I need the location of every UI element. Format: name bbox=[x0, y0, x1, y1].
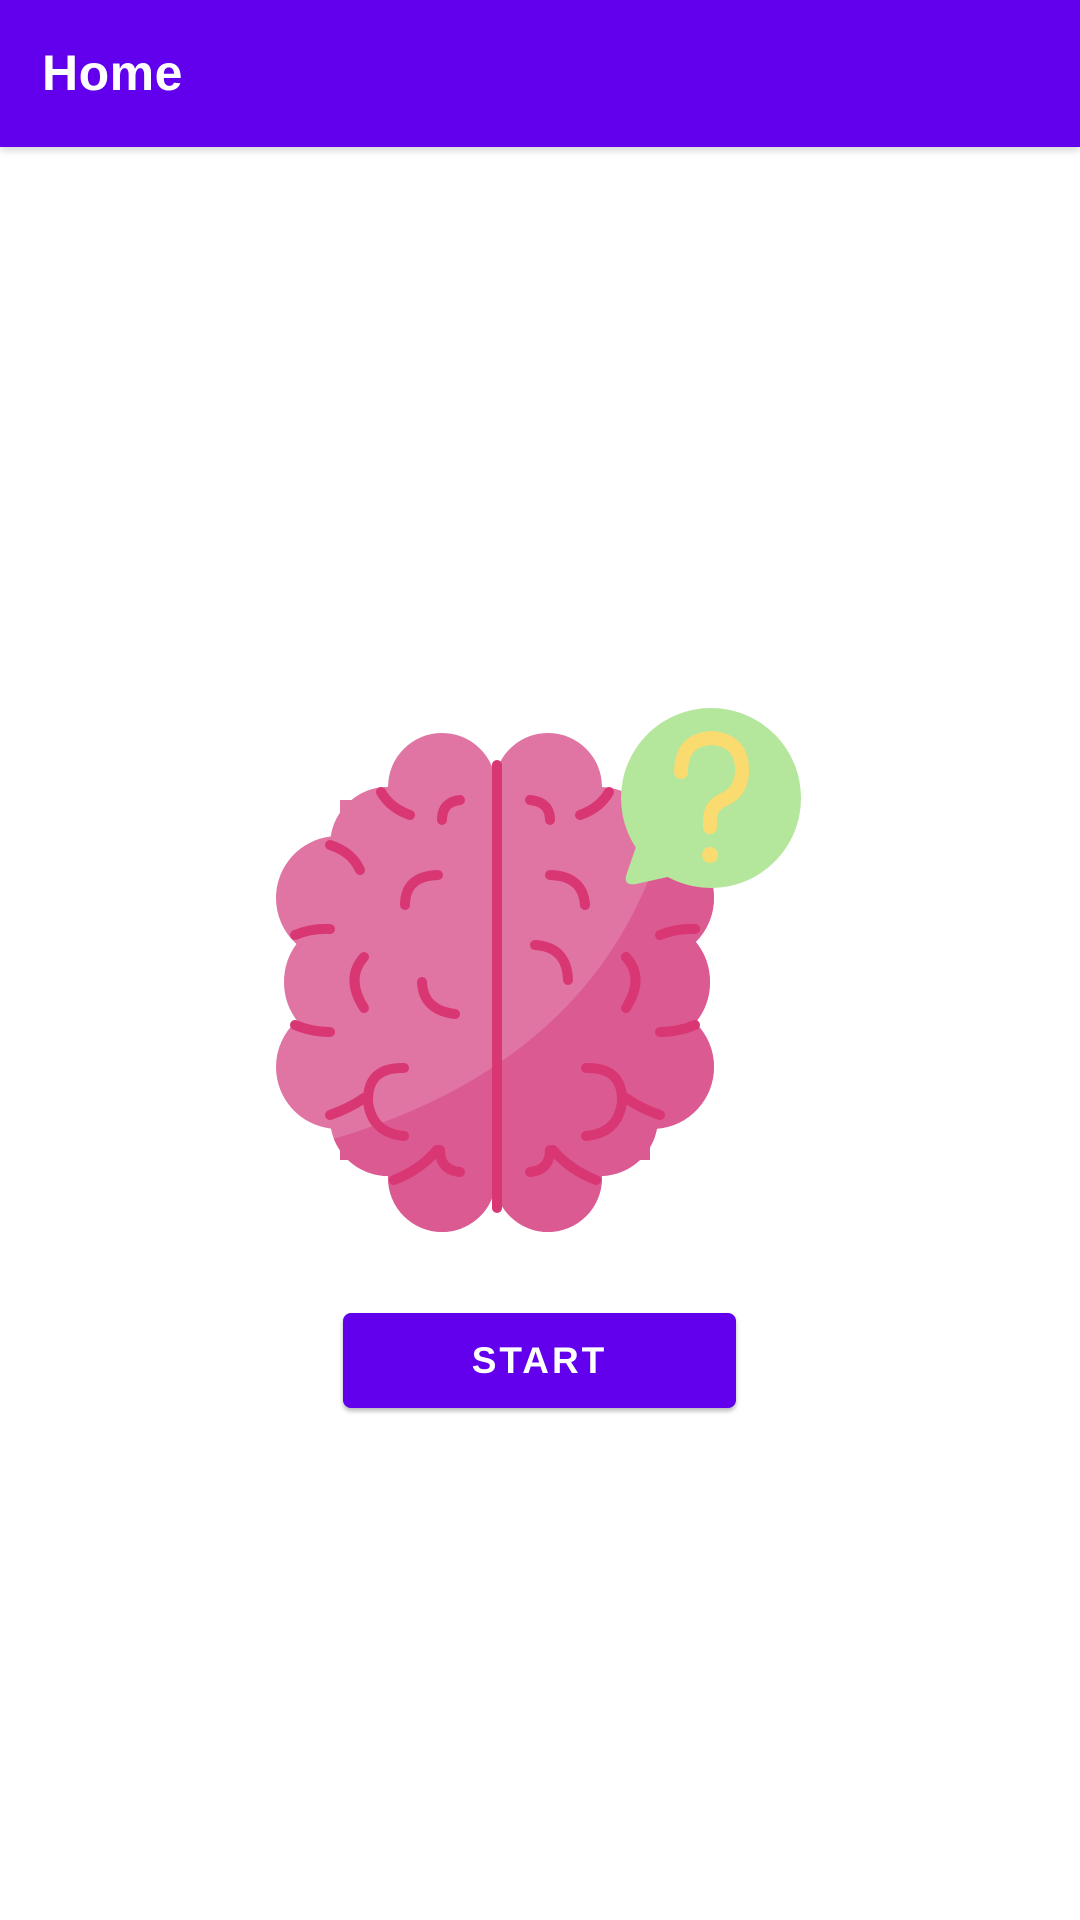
page-title: Home bbox=[42, 45, 183, 101]
main-content bbox=[0, 147, 1080, 1920]
app-bar: Home bbox=[0, 0, 1080, 147]
start-button[interactable]: START bbox=[343, 1313, 736, 1408]
